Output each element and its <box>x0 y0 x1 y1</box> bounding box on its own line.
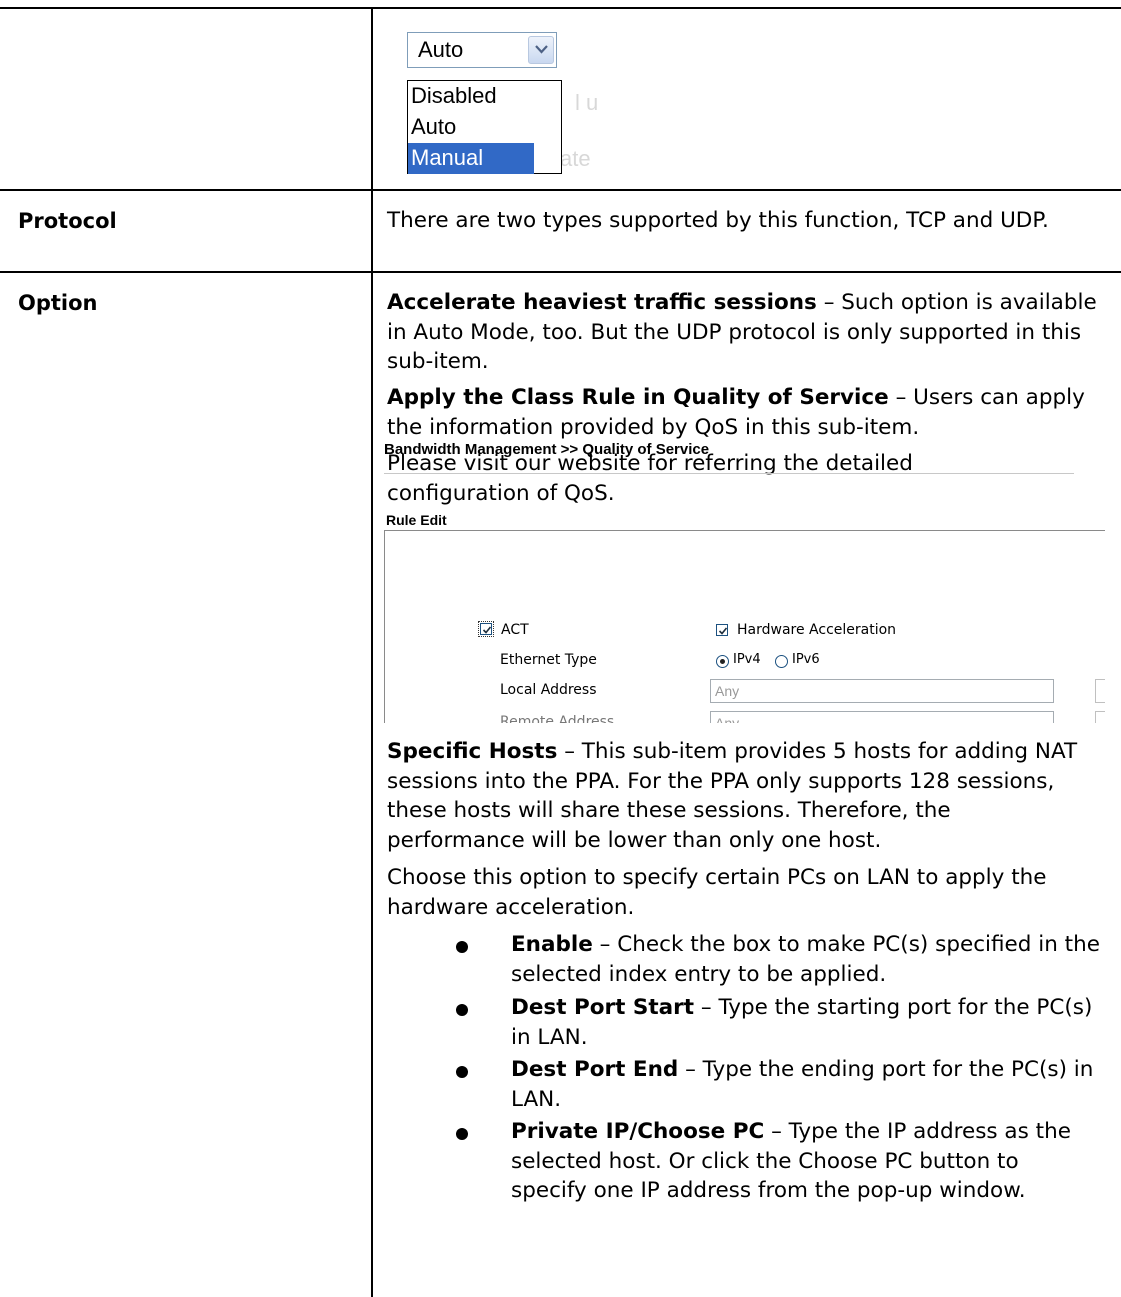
para2-bold: Apply the Class Rule in Quality of Servi… <box>387 385 889 410</box>
bullet-dot-icon <box>456 1066 468 1078</box>
bullet-enable: Enable – Check the box to make PC(s) spe… <box>511 930 1101 989</box>
bullet-dot-icon <box>456 1128 468 1140</box>
ghost-text-2: ate <box>560 146 591 171</box>
option-para-1: Accelerate heaviest traffic sessions – S… <box>387 288 1107 377</box>
radio-button-icon <box>720 659 725 664</box>
checkbox-checked-icon <box>718 627 728 635</box>
act-checkbox[interactable] <box>478 621 494 637</box>
bullet-dot-icon <box>456 941 468 953</box>
option-disabled[interactable]: Disabled <box>408 81 561 112</box>
bullet-dest-port-end: Dest Port End – Type the ending port for… <box>511 1055 1101 1114</box>
row-divider-1 <box>0 189 1121 191</box>
remote-address-label: Remote Address <box>500 714 615 723</box>
row-divider-2 <box>0 271 1121 273</box>
hw-accel-label: Hardware Acceleration <box>737 622 897 638</box>
bullet-private-ip: Private IP/Choose PC – Type the IP addre… <box>511 1117 1101 1206</box>
act-label: ACT <box>501 622 529 638</box>
ethernet-type-label: Ethernet Type <box>500 652 597 668</box>
option-auto[interactable]: Auto <box>408 112 561 143</box>
qos-breadcrumb-rule <box>384 473 1074 474</box>
qos-rule-edit-panel: ACT Hardware Acceleration Ethernet Type … <box>384 530 1105 723</box>
remote-address-input[interactable]: Any <box>710 711 1054 723</box>
protocol-label: Protocol <box>18 209 117 233</box>
bullet-dest-port-end-bold: Dest Port End <box>511 1057 679 1082</box>
ipv6-radio[interactable] <box>775 655 788 668</box>
para4-bold: Specific Hosts <box>387 739 558 764</box>
column-divider <box>371 7 373 1297</box>
option-manual[interactable]: Manual <box>408 143 534 174</box>
bullet-private-ip-bold: Private IP/Choose PC <box>511 1119 765 1144</box>
protocol-description: There are two types supported by this fu… <box>387 208 1049 233</box>
bullet-enable-rest: – Check the box to make PC(s) specified … <box>511 932 1100 987</box>
ipv4-label: IPv4 <box>733 652 761 667</box>
bullet-dot-icon <box>456 1004 468 1016</box>
mode-select[interactable]: Auto <box>407 32 557 68</box>
bullet-dest-port-start: Dest Port Start – Type the starting port… <box>511 993 1101 1052</box>
bullet-enable-bold: Enable <box>511 932 593 957</box>
para1-bold: Accelerate heaviest traffic sessions <box>387 290 817 315</box>
mode-select-value: Auto <box>418 37 464 62</box>
option-para-4: Specific Hosts – This sub-item provides … <box>387 737 1087 855</box>
mode-dropdown-list: Disabled Auto Manual <box>407 80 562 174</box>
checkbox-checked-icon <box>482 626 492 634</box>
local-address-input[interactable]: Any <box>710 679 1054 703</box>
hw-accel-checkbox[interactable] <box>716 624 728 636</box>
table-top-border <box>0 7 1121 9</box>
remote-address-edit-button[interactable] <box>1095 711 1105 723</box>
option-para-5: Choose this option to specify certain PC… <box>387 865 1047 920</box>
bullet-dest-port-start-bold: Dest Port Start <box>511 995 695 1020</box>
option-label: Option <box>18 291 98 315</box>
option-para-2: Apply the Class Rule in Quality of Servi… <box>387 383 1107 442</box>
chevron-down-icon[interactable] <box>528 36 554 64</box>
local-address-edit-button[interactable] <box>1095 679 1105 703</box>
local-address-label: Local Address <box>500 682 597 698</box>
ipv6-label: IPv6 <box>792 652 820 667</box>
qos-breadcrumb: Bandwidth Management >> Quality of Servi… <box>384 441 710 458</box>
qos-rule-edit-title: Rule Edit <box>386 512 447 528</box>
ghost-text-1: l u <box>575 90 599 115</box>
ipv4-radio[interactable] <box>716 655 729 668</box>
